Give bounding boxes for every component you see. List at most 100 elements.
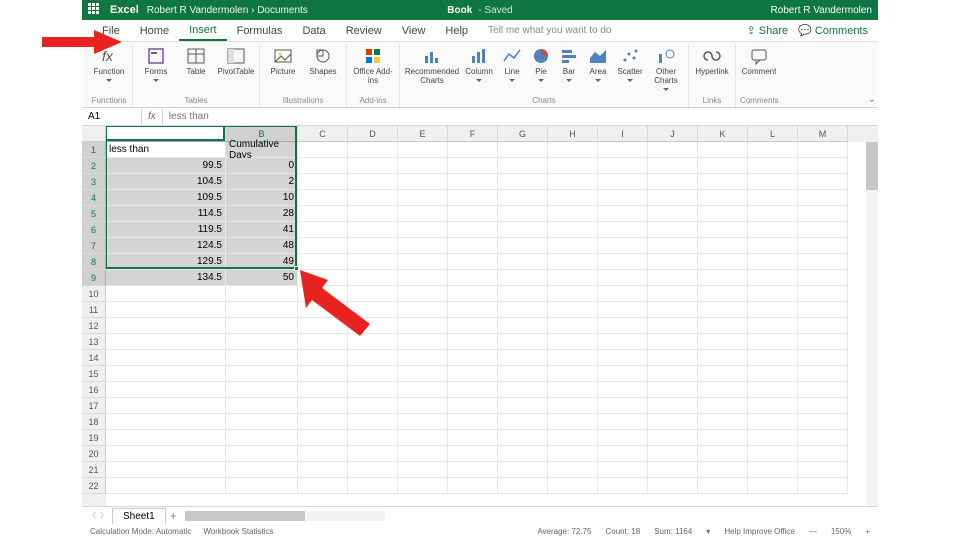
cell[interactable]	[398, 478, 448, 494]
cell[interactable]	[648, 334, 698, 350]
cell[interactable]	[698, 270, 748, 286]
cell[interactable]	[648, 142, 698, 158]
cell[interactable]	[106, 318, 226, 334]
cell[interactable]	[448, 222, 498, 238]
forms-button[interactable]: Forms	[137, 44, 175, 84]
name-box[interactable]: A1	[82, 108, 142, 125]
cell[interactable]: Cumulative Days	[226, 142, 298, 158]
cell[interactable]	[106, 398, 226, 414]
cell[interactable]: 50	[226, 270, 298, 286]
cell[interactable]	[106, 462, 226, 478]
cell[interactable]	[448, 302, 498, 318]
cell[interactable]	[398, 190, 448, 206]
cell[interactable]	[498, 318, 548, 334]
cell[interactable]: 109.5	[106, 190, 226, 206]
cell[interactable]	[348, 366, 398, 382]
cell[interactable]	[398, 366, 448, 382]
cell[interactable]	[748, 238, 798, 254]
cell[interactable]	[398, 334, 448, 350]
cell[interactable]	[226, 398, 298, 414]
cell[interactable]	[448, 382, 498, 398]
bar-chart-button[interactable]: Bar	[556, 44, 582, 84]
cell[interactable]	[748, 286, 798, 302]
cell[interactable]	[226, 350, 298, 366]
cell[interactable]	[498, 238, 548, 254]
cell[interactable]	[798, 430, 848, 446]
help-improve[interactable]: Help Improve Office	[724, 527, 795, 536]
cell[interactable]	[648, 366, 698, 382]
cell[interactable]	[798, 222, 848, 238]
cell[interactable]	[748, 190, 798, 206]
cell[interactable]	[498, 398, 548, 414]
sheet-nav-prev-icon[interactable]: 〈	[88, 510, 96, 521]
cell[interactable]: 124.5	[106, 238, 226, 254]
cell[interactable]	[648, 446, 698, 462]
breadcrumb[interactable]: Robert R Vandermolen › Documents	[147, 5, 308, 16]
cell[interactable]	[226, 318, 298, 334]
cell[interactable]	[298, 462, 348, 478]
cell[interactable]	[698, 238, 748, 254]
cell[interactable]	[798, 414, 848, 430]
cell[interactable]	[748, 142, 798, 158]
cell[interactable]	[748, 206, 798, 222]
cell[interactable]	[448, 318, 498, 334]
pie-chart-button[interactable]: Pie	[528, 44, 554, 84]
cell[interactable]	[648, 414, 698, 430]
formula-input[interactable]: less than	[163, 111, 878, 122]
cell[interactable]	[598, 222, 648, 238]
column-header[interactable]: D	[348, 126, 398, 142]
cell[interactable]	[698, 446, 748, 462]
cell[interactable]	[498, 286, 548, 302]
cell[interactable]: 0	[226, 158, 298, 174]
cell[interactable]	[298, 366, 348, 382]
cell[interactable]	[548, 270, 598, 286]
row-header[interactable]: 10	[82, 286, 106, 302]
cell[interactable]	[598, 398, 648, 414]
cell[interactable]: 2	[226, 174, 298, 190]
cell[interactable]	[548, 366, 598, 382]
cell[interactable]	[748, 302, 798, 318]
cell[interactable]	[298, 206, 348, 222]
cell[interactable]	[598, 318, 648, 334]
cell[interactable]	[698, 382, 748, 398]
cell[interactable]	[398, 206, 448, 222]
cell[interactable]	[648, 318, 698, 334]
scatter-chart-button[interactable]: Scatter	[614, 44, 646, 84]
cell[interactable]	[106, 478, 226, 494]
cell[interactable]: 119.5	[106, 222, 226, 238]
cell[interactable]	[798, 478, 848, 494]
cell[interactable]	[498, 350, 548, 366]
cell[interactable]	[106, 334, 226, 350]
cell[interactable]	[498, 206, 548, 222]
cell[interactable]	[698, 478, 748, 494]
cell[interactable]	[598, 382, 648, 398]
sheet-nav-next-icon[interactable]: 〉	[100, 510, 108, 521]
cell[interactable]	[398, 462, 448, 478]
cell[interactable]	[498, 382, 548, 398]
cell[interactable]	[398, 222, 448, 238]
cell[interactable]	[498, 446, 548, 462]
cell[interactable]	[698, 462, 748, 478]
cell[interactable]	[106, 446, 226, 462]
cell[interactable]	[448, 446, 498, 462]
cell[interactable]	[298, 414, 348, 430]
cell[interactable]: less than	[106, 142, 226, 158]
cell[interactable]	[448, 366, 498, 382]
cell[interactable]	[498, 174, 548, 190]
row-header[interactable]: 15	[82, 366, 106, 382]
table-button[interactable]: Table	[177, 44, 215, 79]
column-header[interactable]: I	[598, 126, 648, 142]
select-all-corner[interactable]	[82, 126, 106, 142]
recommended-charts-button[interactable]: Recommended Charts	[404, 44, 460, 88]
cell[interactable]	[648, 398, 698, 414]
cell[interactable]	[348, 174, 398, 190]
cell[interactable]	[548, 286, 598, 302]
cell[interactable]	[598, 206, 648, 222]
collapse-ribbon-icon[interactable]: ⌄	[868, 94, 876, 105]
cell[interactable]	[106, 286, 226, 302]
row-header[interactable]: 19	[82, 430, 106, 446]
sheet-tab[interactable]: Sheet1	[112, 508, 166, 524]
cell[interactable]	[598, 334, 648, 350]
cell[interactable]	[348, 462, 398, 478]
picture-button[interactable]: Picture	[264, 44, 302, 79]
